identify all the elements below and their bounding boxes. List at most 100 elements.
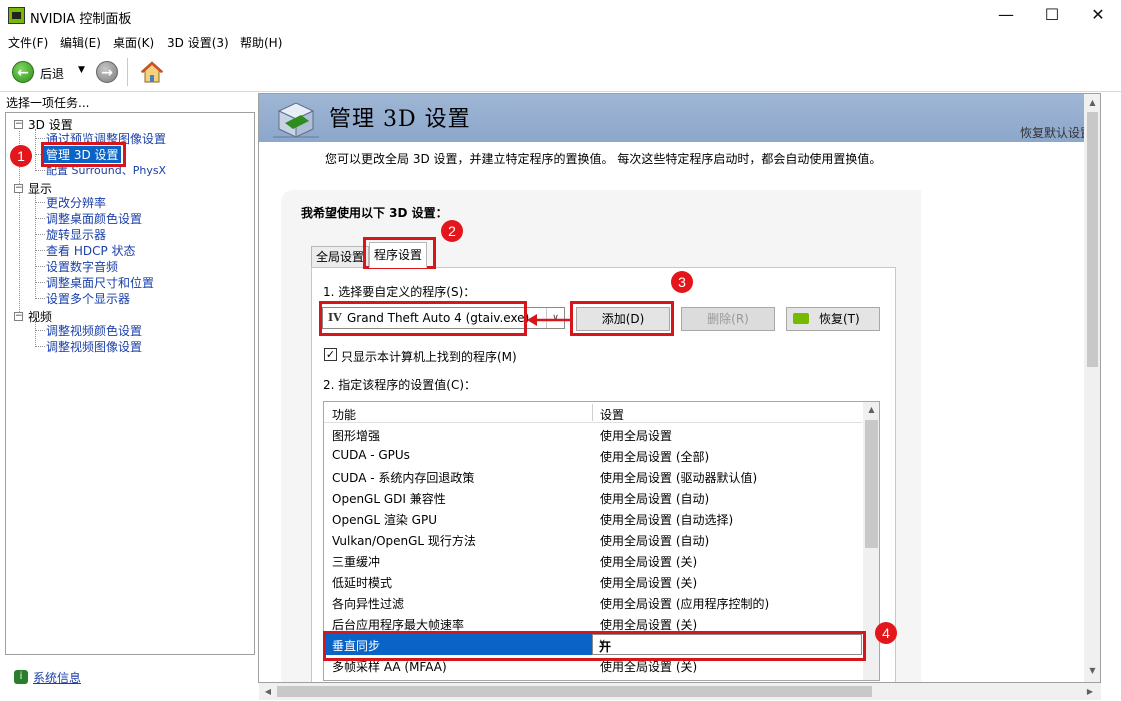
- scroll-up-arrow-icon[interactable]: ▲: [1084, 98, 1100, 107]
- main-horizontal-scrollbar[interactable]: ◀ ▶: [259, 683, 1101, 700]
- row-setting: 使用全局设置 (自动选择): [600, 513, 734, 527]
- close-button[interactable]: ✕: [1075, 0, 1121, 32]
- tree-item-desktop-color[interactable]: 调整桌面颜色设置: [46, 210, 142, 227]
- tree-connector: [35, 250, 45, 251]
- annotation-badge-3: 3: [671, 271, 693, 293]
- table-row[interactable]: CUDA - GPUs 使用全局设置 (全部): [324, 445, 862, 466]
- table-row[interactable]: OpenGL GDI 兼容性 使用全局设置 (自动): [324, 487, 862, 508]
- annotation-badge-1: 1: [10, 145, 32, 167]
- page-description: 您可以更改全局 3D 设置，并建立特定程序的置换值。 每次这些特定程序启动时，都…: [325, 152, 882, 166]
- restore-program-button[interactable]: 恢复(T): [786, 307, 880, 331]
- tree-item-rotate-display[interactable]: 旋转显示器: [46, 226, 106, 243]
- tree-connector: [35, 202, 45, 203]
- row-setting: 使用全局设置: [600, 429, 673, 443]
- window-title: NVIDIA 控制面板: [30, 12, 132, 27]
- 3d-settings-cube-icon: [273, 102, 319, 138]
- nvidia-eye-icon: [793, 313, 809, 324]
- scroll-right-arrow-icon[interactable]: ▶: [1085, 687, 1095, 696]
- tree-item-hdcp-status[interactable]: 查看 HDCP 状态: [46, 242, 136, 259]
- table-row[interactable]: 三重缓冲 使用全局设置 (关): [324, 550, 862, 571]
- tab-program-settings[interactable]: 程序设置: [369, 242, 428, 268]
- only-found-programs-checkbox[interactable]: ✓: [324, 348, 337, 361]
- settings-list-scroll-thumb[interactable]: [865, 420, 878, 548]
- table-row[interactable]: CUDA - 系统内存回退政策 使用全局设置 (驱动器默认值): [324, 466, 862, 487]
- menu-bar: 文件(F) 编辑(E) 桌面(K) 3D 设置(3) 帮助(H): [0, 32, 1121, 52]
- menu-desktop[interactable]: 桌面(K): [113, 34, 154, 51]
- table-row[interactable]: 图形增强 使用全局设置: [324, 424, 862, 445]
- step1-label: 1. 选择要自定义的程序(S)：: [323, 285, 476, 299]
- row-feature: OpenGL GDI 兼容性: [332, 492, 446, 506]
- tree-connector: [35, 266, 45, 267]
- tree-branch-line-3d: [35, 129, 36, 169]
- section-title: 我希望使用以下 3D 设置：: [301, 206, 448, 220]
- scroll-left-arrow-icon[interactable]: ◀: [263, 687, 273, 696]
- delete-program-button[interactable]: 删除(R): [681, 307, 775, 331]
- toolbar-separator: [127, 58, 128, 86]
- annotation-arrow-icon: [527, 314, 571, 326]
- column-header-feature[interactable]: 功能: [332, 406, 356, 423]
- column-header-setting[interactable]: 设置: [600, 406, 624, 423]
- row-feature: OpenGL 渲染 GPU: [332, 513, 437, 527]
- collapse-video-icon[interactable]: −: [14, 312, 23, 321]
- back-arrow-icon[interactable]: ←: [12, 61, 34, 83]
- row-setting: 使用全局设置 (应用程序控制的): [600, 597, 770, 611]
- main-panel: 管理 3D 设置 恢复默认设置 您可以更改全局 3D 设置，并建立特定程序的置换…: [258, 93, 1101, 683]
- nvidia-logo-icon: [8, 7, 25, 24]
- table-row[interactable]: OpenGL 渲染 GPU 使用全局设置 (自动选择): [324, 508, 862, 529]
- page-banner: 管理 3D 设置 恢复默认设置: [259, 94, 1100, 142]
- main-horizontal-scroll-thumb[interactable]: [277, 686, 872, 697]
- collapse-display-icon[interactable]: −: [14, 184, 23, 193]
- tree-connector: [35, 298, 45, 299]
- restore-defaults-link[interactable]: 恢复默认设置: [1020, 124, 1092, 141]
- system-info-link[interactable]: 系统信息: [33, 669, 81, 686]
- scroll-up-arrow-icon[interactable]: ▲: [863, 405, 879, 414]
- page-title: 管理 3D 设置: [329, 107, 471, 132]
- row-feature: CUDA - 系统内存回退政策: [332, 471, 475, 485]
- forward-arrow-icon[interactable]: →: [96, 61, 118, 83]
- annotation-box-add: [570, 301, 674, 336]
- row-setting: 使用全局设置 (自动): [600, 492, 710, 506]
- tree-item-multiple-displays[interactable]: 设置多个显示器: [46, 290, 130, 307]
- table-row[interactable]: 各向异性过滤 使用全局设置 (应用程序控制的): [324, 592, 862, 613]
- annotation-box-4: [323, 631, 866, 661]
- tree-connector: [35, 346, 45, 347]
- row-setting: 使用全局设置 (全部): [600, 450, 710, 464]
- annotation-box-program: [319, 301, 527, 336]
- maximize-button[interactable]: ☐: [1029, 0, 1075, 32]
- menu-3d-settings[interactable]: 3D 设置(3): [167, 34, 229, 51]
- annotation-box-1: [41, 142, 126, 167]
- table-row[interactable]: Vulkan/OpenGL 现行方法 使用全局设置 (自动): [324, 529, 862, 550]
- tab-global-settings[interactable]: 全局设置: [311, 246, 370, 268]
- settings-list-header: 功能 设置: [324, 402, 862, 423]
- tree-connector: [35, 170, 45, 171]
- task-list-header: 选择一项任务...: [6, 96, 90, 110]
- column-separator: [592, 404, 593, 421]
- main-vertical-scroll-thumb[interactable]: [1087, 112, 1098, 367]
- table-row[interactable]: 低延时模式 使用全局设置 (关): [324, 571, 862, 592]
- back-button-label[interactable]: 后退: [40, 65, 64, 82]
- tree-item-digital-audio[interactable]: 设置数字音频: [46, 258, 118, 275]
- home-icon[interactable]: [140, 60, 164, 84]
- menu-edit[interactable]: 编辑(E): [60, 34, 101, 51]
- row-feature: 各向异性过滤: [332, 597, 405, 611]
- menu-help[interactable]: 帮助(H): [240, 34, 282, 51]
- only-found-programs-label: 只显示本计算机上找到的程序(M): [341, 350, 517, 364]
- row-feature: CUDA - GPUs: [332, 448, 410, 462]
- tree-item-desktop-size[interactable]: 调整桌面尺寸和位置: [46, 274, 154, 291]
- tree-item-video-image[interactable]: 调整视频图像设置: [46, 338, 142, 355]
- menu-file[interactable]: 文件(F): [8, 34, 48, 51]
- row-feature: 低延时模式: [332, 576, 393, 590]
- tree-item-video-color[interactable]: 调整视频颜色设置: [46, 322, 142, 339]
- minimize-button[interactable]: —: [983, 0, 1029, 32]
- main-vertical-scrollbar[interactable]: ▲ ▼: [1084, 94, 1100, 682]
- collapse-3d-icon[interactable]: −: [14, 120, 23, 129]
- back-history-dropdown-icon[interactable]: ▼: [78, 65, 85, 75]
- title-bar: NVIDIA 控制面板 — ☐ ✕: [0, 0, 1121, 32]
- scroll-down-arrow-icon[interactable]: ▼: [1084, 666, 1100, 675]
- tree-connector: [35, 282, 45, 283]
- step2-label: 2. 指定该程序的设置值(C)：: [323, 378, 477, 392]
- system-info-icon[interactable]: i: [14, 670, 28, 684]
- toolbar: ← 后退 ▼ →: [0, 52, 1121, 92]
- tree-connector: [35, 218, 45, 219]
- tree-item-change-resolution[interactable]: 更改分辨率: [46, 194, 106, 211]
